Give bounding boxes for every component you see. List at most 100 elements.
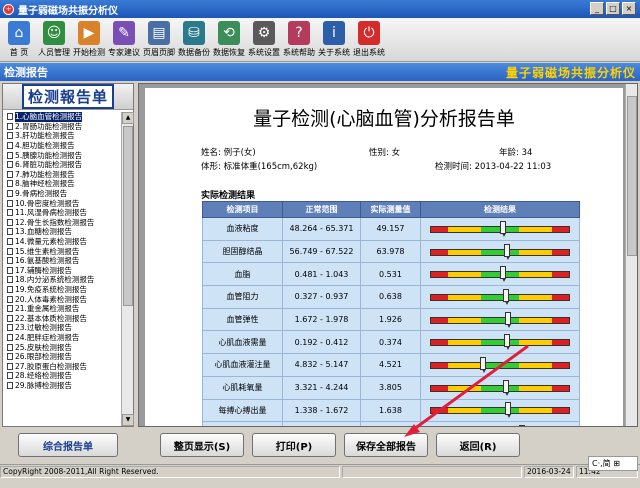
toolbar-item-home[interactable]: ⌂ 首 页 <box>4 18 34 62</box>
toolbar-item-start-test[interactable]: ▶ 开始检测 <box>73 18 105 62</box>
toolbar-label: 开始检测 <box>73 48 105 57</box>
document-icon <box>7 324 13 332</box>
document-icon <box>7 190 13 198</box>
gauge-segment <box>480 340 520 346</box>
cell-item: 胆固醇结晶 <box>202 239 283 264</box>
toolbar-label: 系统设置 <box>248 48 280 57</box>
gauge-marker-icon <box>502 288 509 305</box>
report-scroll-thumb[interactable] <box>627 96 637 256</box>
gauge-segment <box>519 249 553 255</box>
status-empty <box>342 466 522 478</box>
toolbar-label: 系统帮助 <box>283 48 315 57</box>
result-gauge <box>430 288 570 305</box>
cell-range: 0.669 - 1.544 <box>282 421 361 426</box>
backup-icon: ⛁ <box>183 21 205 45</box>
toolbar-item-power[interactable]: ⏻ 退出系统 <box>353 18 385 62</box>
document-icon <box>7 257 13 265</box>
column-header-result: 检测结果 <box>420 201 580 218</box>
cell-range: 1.338 - 1.672 <box>282 398 361 423</box>
toolbar-item-header-footer[interactable]: ▤ 页眉页脚 <box>143 18 175 62</box>
scroll-thumb[interactable] <box>123 126 133 306</box>
report-list-scrollbar[interactable]: ▲ ▼ <box>121 112 134 426</box>
toolbar-item-help[interactable]: ? 系统帮助 <box>283 18 315 62</box>
cell-value: 4.521 <box>360 353 421 377</box>
gauge-segment <box>431 249 448 255</box>
gauge-segment <box>431 294 448 300</box>
power-icon: ⏻ <box>358 21 380 45</box>
gauge-segment <box>519 226 553 232</box>
gauge-segment <box>431 340 448 346</box>
scroll-down-icon[interactable]: ▼ <box>122 414 134 426</box>
scroll-up-icon[interactable]: ▲ <box>122 112 134 124</box>
toolbar-item-backup[interactable]: ⛁ 数据备份 <box>178 18 210 62</box>
gauge-segment <box>480 408 520 414</box>
cell-value: 49.157 <box>360 217 421 241</box>
gauge-segment <box>447 385 481 391</box>
cell-item: 左心室喷血阻抗 <box>202 421 283 426</box>
table-row: 血脂 0.481 - 1.043 0.531 <box>202 262 580 287</box>
maximize-button[interactable]: □ <box>606 2 620 15</box>
cell-value: 2.131 <box>360 421 421 426</box>
results-table: 检测项目 正常范围 实际测量值 检测结果 血液粘度 48.264 - 65.371… <box>202 201 580 426</box>
gauge-segment <box>480 294 520 300</box>
table-row: 血管阻力 0.327 - 0.937 0.638 <box>202 285 580 309</box>
toolbar-label: 首 页 <box>9 48 29 57</box>
minimize-button[interactable]: _ <box>590 2 604 15</box>
save-all-button[interactable]: 保存全部报告 <box>344 433 428 457</box>
document-icon <box>7 372 13 380</box>
toolbar-item-expert[interactable]: ✎ 专家建议 <box>108 18 140 62</box>
document-icon <box>7 161 13 169</box>
cell-value: 1.638 <box>360 398 421 423</box>
result-gauge <box>430 266 570 283</box>
gauge-segment <box>431 317 448 323</box>
section-bar: 检测报告 量子弱磁场共振分析仪 <box>0 63 640 81</box>
toolbar-label: 数据恢复 <box>213 48 245 57</box>
document-icon <box>7 228 13 236</box>
window-title: 量子弱磁场共振分析仪 <box>18 5 118 17</box>
document-icon <box>7 238 13 246</box>
print-button[interactable]: 打印(P) <box>252 433 336 457</box>
document-icon <box>7 209 13 217</box>
cell-item: 每搏心搏出量 <box>202 398 283 423</box>
gauge-segment <box>431 226 448 232</box>
close-button[interactable]: × <box>622 2 636 15</box>
toolbar-item-about[interactable]: i 关于系统 <box>318 18 350 62</box>
gauge-segment <box>447 226 481 232</box>
gauge-segment <box>519 362 553 368</box>
statusbar: CopyRight 2008-2011,All Right Reserved. … <box>0 464 640 478</box>
gauge-segment <box>431 385 448 391</box>
toolbar-item-restore[interactable]: ⟲ 数据恢复 <box>213 18 245 62</box>
gauge-segment <box>480 362 520 368</box>
toolbar-item-settings[interactable]: ⚙ 系统设置 <box>248 18 280 62</box>
full-page-button[interactable]: 整页显示(S) <box>160 433 244 457</box>
window-titlebar: + 量子弱磁场共振分析仪 _ □ × <box>0 0 640 18</box>
gauge-segment <box>552 408 569 414</box>
about-icon: i <box>323 21 345 45</box>
document-icon <box>7 276 13 284</box>
cell-range: 4.832 - 5.147 <box>282 353 361 377</box>
back-button[interactable]: 返回(R) <box>436 433 520 457</box>
report-list-header-title: 检测報告单 <box>21 84 114 109</box>
result-gauge <box>430 402 570 419</box>
document-icon <box>7 122 13 130</box>
gauge-segment <box>552 294 569 300</box>
cell-value: 0.638 <box>360 285 421 309</box>
section-title: 检测报告 <box>4 66 48 79</box>
test-time: 检测时间: 2013-04-22 11:03 <box>435 162 552 172</box>
document-icon <box>7 343 13 351</box>
ime-indicator[interactable]: C·,简 ⊞ <box>588 456 638 471</box>
gauge-segment <box>431 362 448 368</box>
summary-report-button[interactable]: 综合报告单 <box>18 433 118 457</box>
toolbar-item-users[interactable]: ☺ 人员管理 <box>38 18 70 62</box>
gauge-segment <box>552 362 569 368</box>
document-icon <box>7 142 13 150</box>
document-icon <box>7 132 13 140</box>
cell-result <box>420 262 580 287</box>
start-test-icon: ▶ <box>78 21 100 45</box>
cell-result <box>420 285 580 309</box>
toolbar-label: 页眉页脚 <box>143 48 175 57</box>
report-list-item[interactable]: 29.脉搏检测报告 <box>3 381 121 391</box>
report-page: 量子检测(心脑血管)分析报告单 姓名: 例子(女) 性别: 女 年龄: 34 体… <box>145 88 623 426</box>
main-toolbar: ⌂ 首 页 ☺ 人员管理 ▶ 开始检测 ✎ 专家建议 ▤ 页眉页脚 ⛁ 数据备份 ⟲ 数据恢复 ⚙ 系统设置?… <box>0 18 640 62</box>
report-scrollbar[interactable] <box>625 84 637 426</box>
